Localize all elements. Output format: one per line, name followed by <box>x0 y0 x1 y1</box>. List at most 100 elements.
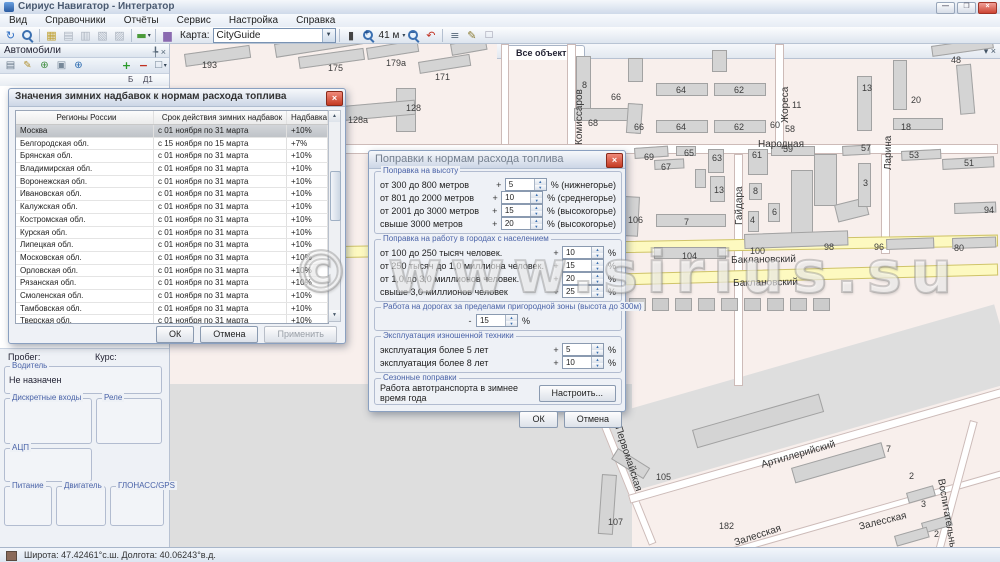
search-icon[interactable] <box>19 28 36 43</box>
spin-input[interactable]: 20▲▼ <box>562 272 604 285</box>
spin-suffix: % <box>522 316 530 326</box>
spin-down-icon[interactable]: ▼ <box>592 253 603 259</box>
zoom-out-icon[interactable]: − <box>405 28 422 43</box>
marker-icon[interactable]: ▮ <box>343 28 360 43</box>
panel-close-icon[interactable]: × <box>161 47 166 57</box>
pin-icon[interactable]: ╄ <box>153 47 158 57</box>
table-scrollbar[interactable]: ▲ ▼ <box>328 110 341 322</box>
map-building <box>628 58 643 82</box>
spin-input[interactable]: 5▲▼ <box>505 178 547 191</box>
zoom-in-icon[interactable]: + <box>360 28 377 43</box>
brush-icon[interactable]: ✎ <box>19 58 36 73</box>
view-mode-icon[interactable]: □▾ <box>152 58 169 73</box>
add-vehicle-icon[interactable]: + <box>118 58 135 73</box>
minimize-button[interactable]: — <box>936 2 955 14</box>
menu-item-Настройка[interactable]: Настройка <box>220 14 287 27</box>
spin-down-icon[interactable]: ▼ <box>506 321 517 327</box>
zoom-level[interactable]: 41 м <box>379 30 400 41</box>
edit-table-icon[interactable]: ▦ <box>43 28 60 43</box>
table-row[interactable]: Брянская обл.с 01 ноября по 31 марта+10% <box>16 150 328 163</box>
window-titlebar: Сириус Навигатор - Интегратор — ❐ × <box>0 0 1000 15</box>
table-row[interactable]: Московская обл.с 01 ноября по 31 марта+1… <box>16 252 328 265</box>
table-row[interactable]: Смоленская обл.с 01 ноября по 31 марта+1… <box>16 290 328 303</box>
map-building <box>184 45 251 67</box>
table-row[interactable]: Тверская обл.с 01 ноября по 31 марта+10% <box>16 315 328 324</box>
spin-down-icon[interactable]: ▼ <box>531 224 542 230</box>
table-row[interactable]: Костромская обл.с 01 ноября по 31 марта+… <box>16 214 328 227</box>
spin-down-icon[interactable]: ▼ <box>531 211 542 217</box>
scroll-down-icon[interactable]: ▼ <box>329 310 340 321</box>
spin-input[interactable]: 15▲▼ <box>562 259 604 272</box>
print-icon[interactable]: ▤ <box>2 58 19 73</box>
adjustments-ok-button[interactable]: ОК <box>519 411 557 428</box>
undo-icon[interactable]: ↶ <box>422 28 439 43</box>
configure-button[interactable]: Настроить... <box>539 385 616 402</box>
table-row[interactable]: Калужская обл.с 01 ноября по 31 марта+10… <box>16 201 328 214</box>
spin-input[interactable]: 10▲▼ <box>501 191 543 204</box>
globe-icon[interactable]: ⊕ <box>36 58 53 73</box>
refresh-icon[interactable]: ↻ <box>2 28 19 43</box>
table-cell: +10% <box>287 315 328 324</box>
spin-down-icon[interactable]: ▼ <box>592 363 603 369</box>
table-row[interactable]: Воронежская обл.с 01 ноября по 31 марта+… <box>16 176 328 189</box>
table-row[interactable]: Рязанская обл.с 01 ноября по 31 марта+10… <box>16 277 328 290</box>
spin-down-icon[interactable]: ▼ <box>592 266 603 272</box>
spin-value: 10 <box>563 357 591 368</box>
map-building <box>893 60 907 110</box>
adjustments-dialog-close-icon[interactable]: × <box>606 153 623 168</box>
spin-sign: + <box>552 358 560 368</box>
table-row[interactable]: Белгородская обл.с 15 ноября по 15 марта… <box>16 138 328 151</box>
spin-down-icon[interactable]: ▼ <box>535 185 546 191</box>
coordinates-text: Широта: 47.42461°с.ш. Долгота: 40.06243°… <box>24 548 216 562</box>
menu-item-Справочники[interactable]: Справочники <box>36 14 115 27</box>
close-button[interactable]: × <box>978 2 997 14</box>
driver-group: Водитель Не назначен <box>4 366 162 394</box>
table-row[interactable]: Курская обл.с 01 ноября по 31 марта+10% <box>16 227 328 240</box>
table-row[interactable]: Ивановская обл.с 01 ноября по 31 марта+1… <box>16 188 328 201</box>
spin-input[interactable]: 10▲▼ <box>562 246 604 259</box>
map-select[interactable]: CityGuide ▼ <box>213 28 336 43</box>
winter-ok-button[interactable]: ОК <box>156 326 194 343</box>
menu-item-Отчёты[interactable]: Отчёты <box>115 14 168 27</box>
menu-item-Сервис[interactable]: Сервис <box>168 14 220 27</box>
table-row[interactable]: Липецкая обл.с 01 ноября по 31 марта+10% <box>16 239 328 252</box>
table-row[interactable]: Тамбовская обл.с 01 ноября по 31 марта+1… <box>16 303 328 316</box>
checkbox-icon[interactable]: □ <box>480 28 497 43</box>
table-row[interactable]: Орловская обл.с 01 ноября по 31 марта+10… <box>16 265 328 278</box>
table-cell: с 01 ноября по 31 марта <box>154 150 287 162</box>
spin-input[interactable]: 25▲▼ <box>562 285 604 298</box>
winter-dialog-titlebar[interactable]: Значения зимних надбавок к нормам расход… <box>9 89 345 107</box>
photo-icon[interactable]: ▣ <box>53 58 70 73</box>
winter-dialog-close-icon[interactable]: × <box>326 91 343 106</box>
spin-down-icon[interactable]: ▼ <box>592 279 603 285</box>
spin-input[interactable]: 20▲▼ <box>501 217 543 230</box>
table-row[interactable]: Владимирская обл.с 01 ноября по 31 марта… <box>16 163 328 176</box>
spin-input[interactable]: 15▲▼ <box>476 314 518 327</box>
menu-item-Справка[interactable]: Справка <box>287 14 344 27</box>
world-icon[interactable]: ⊕ <box>70 58 87 73</box>
table-row[interactable]: Москвас 01 ноября по 31 марта+10% <box>16 125 328 138</box>
table-cell: +10% <box>287 239 328 251</box>
regions-table: Регионы России Срок действия зимних надб… <box>15 110 329 324</box>
spin-down-icon[interactable]: ▼ <box>592 350 603 356</box>
map-select-arrow[interactable]: ▼ <box>322 29 335 42</box>
winter-apply-button: Применить <box>264 326 337 343</box>
winter-cancel-button[interactable]: Отмена <box>200 326 258 343</box>
spin-down-icon[interactable]: ▼ <box>531 198 542 204</box>
remove-vehicle-icon[interactable]: − <box>135 58 152 73</box>
adjustments-cancel-button[interactable]: Отмена <box>564 411 622 428</box>
scroll-thumb[interactable] <box>330 171 341 221</box>
chart-icon[interactable]: ▆ <box>159 28 176 43</box>
spin-input[interactable]: 15▲▼ <box>501 204 543 217</box>
spin-input[interactable]: 10▲▼ <box>562 356 604 369</box>
edit-icon[interactable]: ✎ <box>463 28 480 43</box>
list-icon[interactable]: ≡ <box>446 28 463 43</box>
spin-row: от 100 до 250 тысяч человек.+10▲▼% <box>380 246 616 259</box>
spin-down-icon[interactable]: ▼ <box>592 292 603 298</box>
table-cell: с 01 ноября по 31 марта <box>154 201 287 213</box>
spin-input[interactable]: 5▲▼ <box>562 343 604 356</box>
vehicle-icon[interactable]: ▬▾ <box>135 28 152 43</box>
menu-item-Вид[interactable]: Вид <box>0 14 36 27</box>
scroll-up-icon[interactable]: ▲ <box>329 111 340 122</box>
restore-button[interactable]: ❐ <box>957 2 976 14</box>
